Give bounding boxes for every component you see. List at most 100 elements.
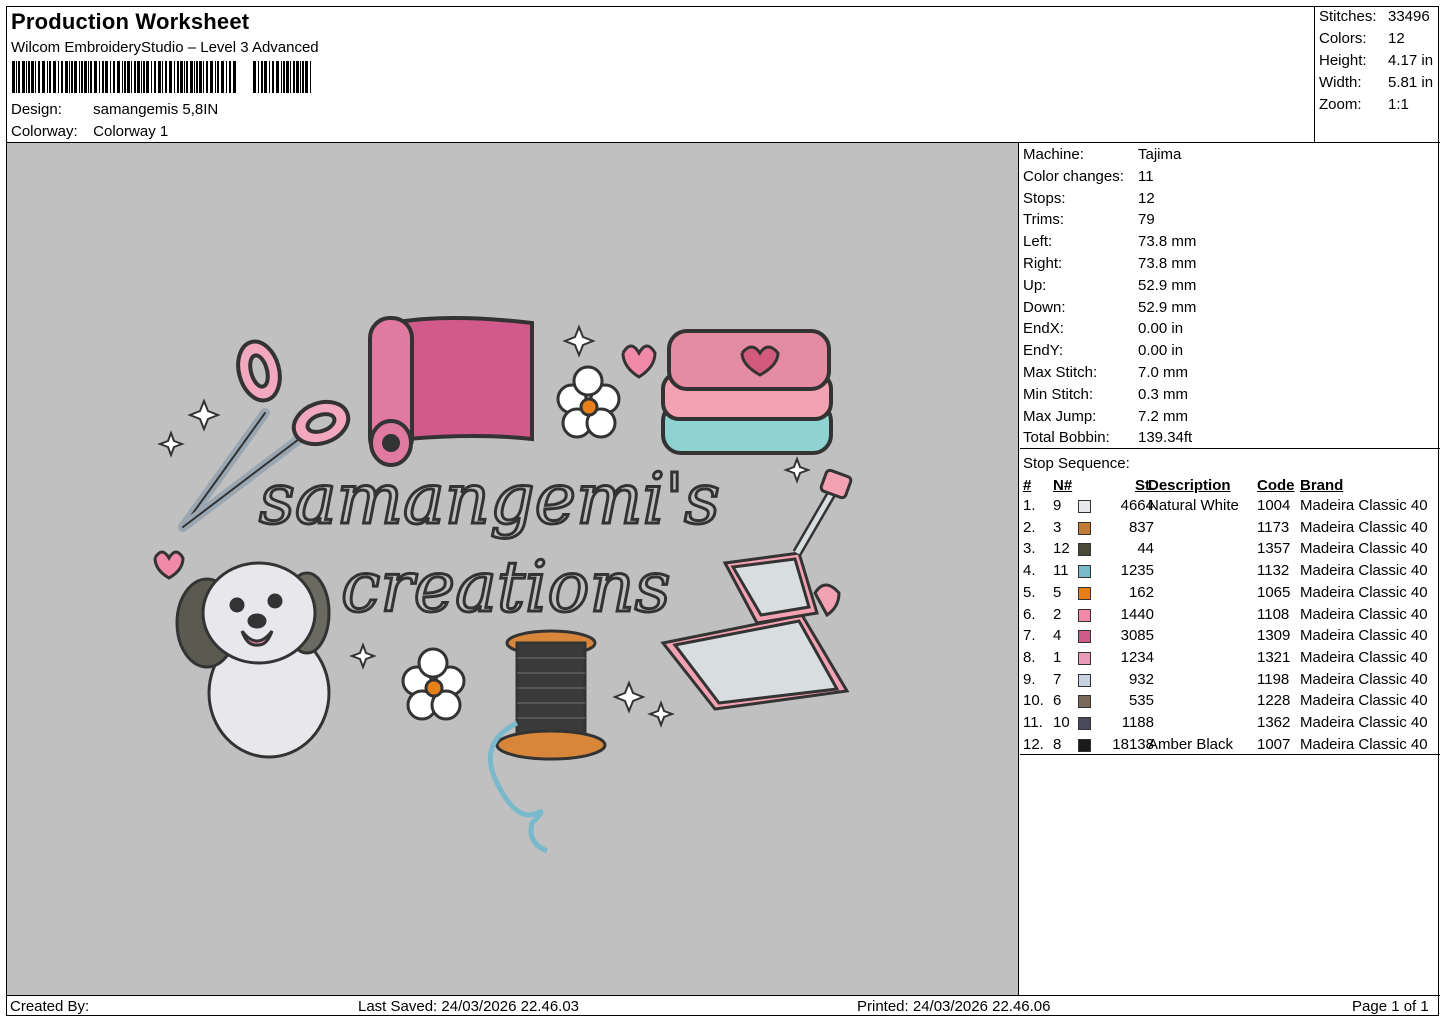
barcode-bar <box>18 61 20 93</box>
stitch-count: 1234 <box>1120 648 1154 666</box>
machine-properties: Machine: Tajima Color changes: 11 Stops: 12 Tr… <box>1020 143 1440 449</box>
barcode-bar <box>31 61 34 93</box>
barcode-bar <box>290 61 291 93</box>
colors-value: 12 <box>1388 30 1405 47</box>
thread-brand: Madeira Classic 40 <box>1300 627 1428 645</box>
thread-brand: Madeira Classic 40 <box>1300 648 1428 666</box>
barcode-bar <box>165 61 167 93</box>
thread-code: 1321 <box>1257 648 1291 666</box>
thread-brand: Madeira Classic 40 <box>1300 605 1428 623</box>
created-by: Created By: <box>10 998 90 1015</box>
worksheet-header: Production Worksheet Wilcom EmbroiderySt… <box>7 7 1314 143</box>
thread-color-swatch <box>1078 673 1091 687</box>
thread-color-swatch <box>1078 738 1091 752</box>
barcode-bar <box>94 61 97 93</box>
property-label: Up: <box>1023 276 1047 294</box>
row-index: 5. <box>1023 583 1036 601</box>
property-value: 73.8 mm <box>1138 255 1197 272</box>
barcode-bar <box>90 61 92 93</box>
needle-number: 1 <box>1053 648 1062 666</box>
row-index: 1. <box>1023 497 1036 514</box>
needle-number: 10 <box>1053 714 1070 731</box>
barcode-bar <box>84 61 87 93</box>
barcode-bar <box>137 61 140 93</box>
thread-color-swatch <box>1078 608 1091 622</box>
property-row: Left: 73.8 mm <box>1023 233 1196 250</box>
stitch-count: 1440 <box>1120 605 1154 623</box>
fabric-roll-icon <box>368 316 534 467</box>
barcode-bar <box>283 61 285 93</box>
thread-code: 1108 <box>1257 605 1290 623</box>
barcode-bar <box>53 61 56 93</box>
barcode-bar <box>162 61 163 93</box>
barcode-bar <box>26 61 27 93</box>
property-label: Max Stitch: <box>1023 364 1098 381</box>
property-row: Down: 52.9 mm <box>1023 299 1196 316</box>
barcode-bar <box>293 61 295 93</box>
row-index: 3. <box>1023 540 1036 558</box>
row-index: 12. <box>1023 735 1044 753</box>
property-label: Max Jump: <box>1023 407 1097 425</box>
property-row: EndY: 0.00 in <box>1023 342 1183 359</box>
barcode-bar <box>74 61 77 93</box>
printed-date: Printed: 24/03/2026 22.46.06 <box>857 998 1051 1015</box>
row-index: 8. <box>1023 648 1036 666</box>
stitch-count: 4664 <box>1120 497 1154 514</box>
table-row: 1. 9 4664 Natural White 1004 Madeira Classic … <box>1020 497 1440 518</box>
barcode-bar <box>28 61 30 93</box>
barcode-bar <box>22 61 25 93</box>
barcode-bar <box>272 61 274 93</box>
stitch-count: 3085 <box>1120 627 1154 645</box>
barcode-bar <box>174 61 175 93</box>
needle-number: 6 <box>1053 692 1062 710</box>
property-label: Trims: <box>1023 211 1065 229</box>
barcode-bar <box>217 61 219 93</box>
stop-sequence-table: Stop Sequence: # N# St. Description Code… <box>1020 449 1440 755</box>
property-value: 52.9 mm <box>1138 298 1197 316</box>
table-row: 5. 5 162 1065 Madeira Classic 40 <box>1020 584 1440 605</box>
barcode-bar <box>203 61 204 93</box>
stitch-count: 1235 <box>1120 562 1154 580</box>
row-index: 10. <box>1023 692 1044 710</box>
stitch-count: 535 <box>1128 692 1154 710</box>
worksheet-frame: Production Worksheet Wilcom EmbroiderySt… <box>6 6 1440 1016</box>
thread-brand: Madeira Classic 40 <box>1300 497 1428 514</box>
property-value: 7.0 mm <box>1138 364 1189 381</box>
row-index: 6. <box>1023 605 1036 623</box>
thread-color-swatch <box>1078 586 1091 600</box>
design-preview: samangemi's creations <box>7 143 1019 995</box>
stitch-count: 837 <box>1128 518 1154 536</box>
page-number: Page 1 of 1 <box>1352 998 1429 1015</box>
design-row: Design: samangemis 5,8IN <box>11 101 218 118</box>
barcode-bar <box>281 61 282 93</box>
barcode-bar <box>158 61 161 93</box>
needle-number: 3 <box>1053 518 1062 536</box>
barcode-bar <box>71 61 73 93</box>
table-row: 9. 7 932 1198 Madeira Classic 40 <box>1020 671 1440 692</box>
barcode-bar <box>221 61 224 93</box>
thread-code: 1357 <box>1257 540 1291 558</box>
barcode-bar <box>113 61 115 93</box>
needle-number: 9 <box>1053 497 1062 514</box>
width-label: Width: <box>1319 74 1362 91</box>
barcode-bar <box>286 61 289 93</box>
heart-icon <box>621 344 657 379</box>
property-value: 12 <box>1138 189 1155 207</box>
thread-brand: Madeira Classic 40 <box>1300 735 1428 753</box>
barcode-bar <box>42 61 45 93</box>
thread-color-swatch <box>1078 717 1091 730</box>
thread-brand: Madeira Classic 40 <box>1300 518 1428 536</box>
barcode-bar <box>58 61 59 93</box>
barcode-bar <box>190 61 193 93</box>
thread-brand: Madeira Classic 40 <box>1300 562 1428 580</box>
last-saved: Last Saved: 24/03/2026 22.46.03 <box>358 998 580 1015</box>
thread-brand: Madeira Classic 40 <box>1300 670 1428 688</box>
barcode-bar <box>127 61 130 93</box>
property-row: Total Bobbin: 139.34ft <box>1023 429 1192 446</box>
barcode-bar <box>229 61 231 93</box>
zoom-value: 1:1 <box>1388 96 1409 113</box>
property-label: Stops: <box>1023 189 1066 207</box>
property-row: Max Jump: 7.2 mm <box>1023 408 1188 425</box>
thread-spool-icon <box>487 629 607 854</box>
row-index: 7. <box>1023 627 1036 645</box>
